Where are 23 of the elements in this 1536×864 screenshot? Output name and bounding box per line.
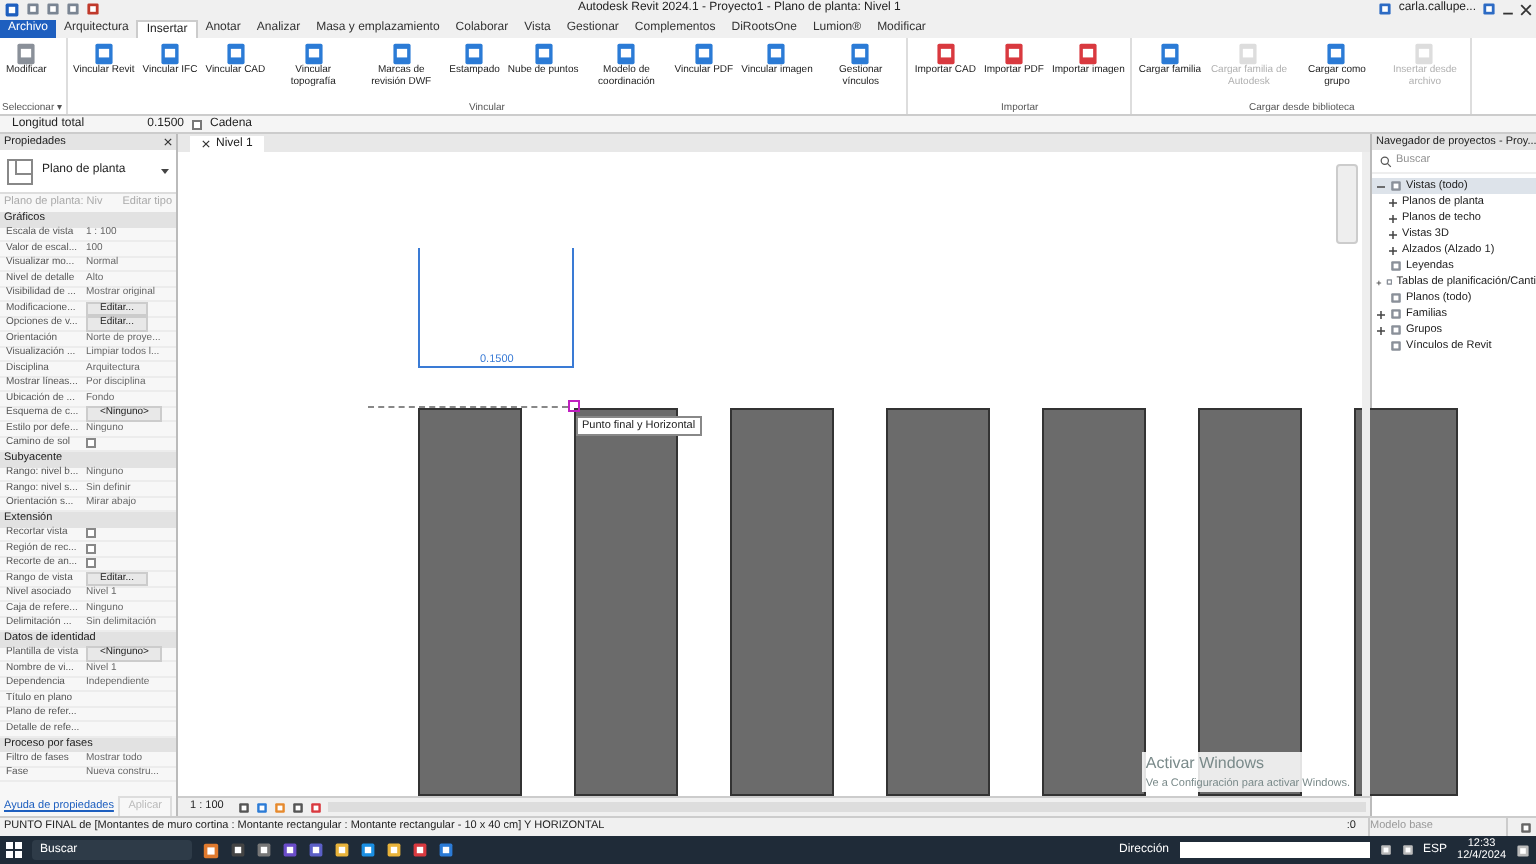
checkbox[interactable] [86,438,96,449]
floor-plan-icon [6,157,34,185]
windows-icon[interactable] [6,842,22,858]
expand-icon[interactable] [1388,197,1398,207]
close-icon[interactable] [1520,3,1532,15]
address-field[interactable] [1179,842,1370,858]
expand-icon[interactable] [1388,213,1398,223]
checkbox[interactable] [192,119,202,129]
vertical-scrollbar[interactable] [1362,152,1370,796]
close-icon[interactable] [164,138,172,146]
checkbox[interactable] [86,543,96,554]
expand-icon[interactable] [1376,309,1386,319]
search-icon [1380,155,1392,167]
expand-icon[interactable] [1376,325,1386,335]
activation-title: Activar Windows [1145,751,1267,776]
checkbox[interactable] [86,558,96,569]
collapse-icon[interactable] [1376,181,1386,191]
checkbox[interactable] [86,528,96,539]
snap-marker [568,400,580,412]
expand-icon[interactable] [1388,229,1398,239]
expand-icon[interactable] [1388,245,1398,255]
close-icon[interactable] [202,140,210,148]
caret-icon [160,166,170,176]
